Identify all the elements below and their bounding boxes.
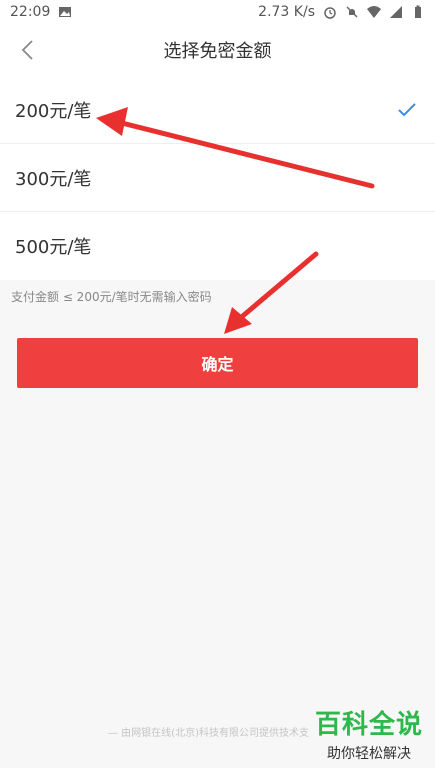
network-speed: 2.73 K/s: [258, 4, 315, 20]
confirm-button[interactable]: 确定: [17, 338, 418, 388]
signal-icon: [390, 6, 402, 18]
amount-option-200[interactable]: 200元/笔: [0, 76, 435, 144]
hint-text: 支付金额 ≤ 200元/笔时无需输入密码: [11, 290, 212, 304]
battery-icon: [415, 5, 421, 18]
page-title: 选择免密金额: [163, 41, 272, 62]
chevron-left-icon: [21, 40, 33, 60]
image-icon: [59, 7, 72, 17]
watermark-main: 百科全说: [314, 710, 423, 740]
status-time: 22:09: [10, 4, 51, 20]
amount-option-label: 300元/笔: [15, 168, 92, 190]
amount-option-label: 200元/笔: [15, 100, 92, 122]
amount-option-list: 200元/笔 300元/笔 500元/笔: [0, 76, 435, 280]
mute-icon: [346, 6, 358, 18]
check-icon: [398, 102, 416, 116]
footer-text: — 由网银在线(北京)科技有限公司提供技术支: [108, 728, 309, 739]
alarm-icon: [324, 7, 336, 19]
watermark-sub: 助你轻松解决: [326, 746, 411, 762]
status-bar: 22:09 2.73 K/s: [0, 0, 435, 24]
wifi-icon: [367, 6, 381, 18]
amount-option-label: 500元/笔: [15, 237, 92, 258]
amount-option-500[interactable]: 500元/笔: [0, 212, 435, 280]
back-button[interactable]: [14, 36, 42, 64]
watermark-logo: 百科全说 助你轻松解决: [315, 704, 423, 763]
nav-bar: 选择免密金额: [0, 24, 435, 77]
amount-option-300[interactable]: 300元/笔: [0, 144, 435, 212]
